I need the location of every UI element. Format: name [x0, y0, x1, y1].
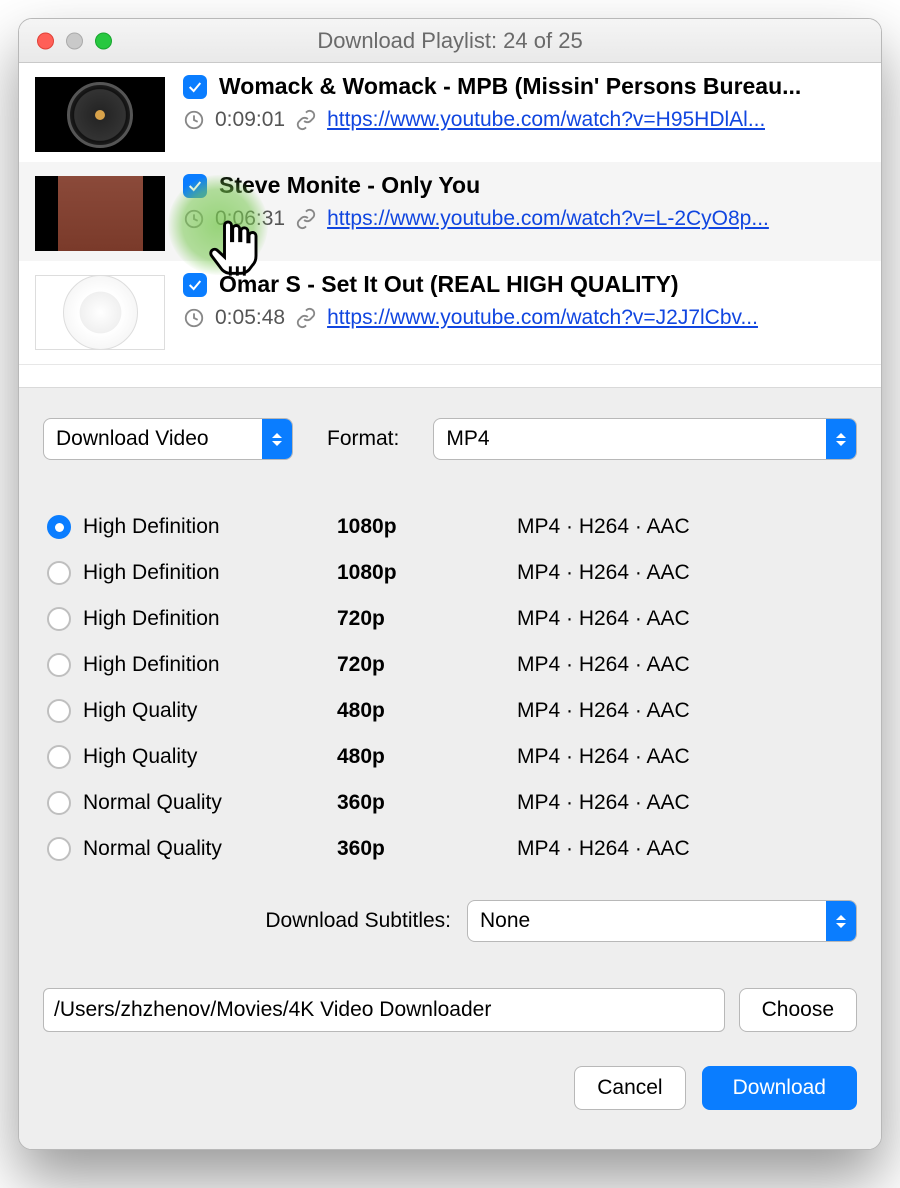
clock-icon	[183, 307, 205, 329]
quality-codec: MP4 · H264 · AAC	[517, 791, 857, 815]
quality-option[interactable]: High Definition 1080pMP4 · H264 · AAC	[47, 504, 857, 550]
close-icon[interactable]	[37, 32, 54, 49]
radio-icon	[47, 515, 71, 539]
choose-path-button[interactable]: Choose	[739, 988, 857, 1032]
quality-resolution: 360p	[337, 837, 517, 861]
chevron-updown-icon	[826, 901, 856, 941]
radio-icon	[47, 561, 71, 585]
quality-resolution: 1080p	[337, 561, 517, 585]
quality-name: High Quality	[83, 699, 197, 723]
video-thumbnail	[35, 77, 165, 152]
quality-codec: MP4 · H264 · AAC	[517, 607, 857, 631]
quality-name: Normal Quality	[83, 837, 222, 861]
quality-codec: MP4 · H264 · AAC	[517, 653, 857, 677]
radio-icon	[47, 653, 71, 677]
video-title: Steve Monite - Only You	[219, 172, 480, 199]
include-checkbox[interactable]	[183, 174, 207, 198]
download-path-field[interactable]: /Users/zhzhenov/Movies/4K Video Download…	[43, 988, 725, 1032]
format-value: MP4	[446, 427, 489, 451]
video-url[interactable]: https://www.youtube.com/watch?v=L-2CyO8p…	[327, 207, 769, 231]
zoom-icon[interactable]	[95, 32, 112, 49]
clock-icon	[183, 109, 205, 131]
video-url[interactable]: https://www.youtube.com/watch?v=J2J7lCbv…	[327, 306, 758, 330]
quality-name: High Definition	[83, 607, 220, 631]
quality-resolution: 360p	[337, 791, 517, 815]
radio-icon	[47, 607, 71, 631]
quality-option[interactable]: High Definition 720pMP4 · H264 · AAC	[47, 596, 857, 642]
quality-name: High Quality	[83, 745, 197, 769]
subtitles-label: Download Subtitles:	[265, 909, 451, 933]
video-duration: 0:09:01	[215, 108, 285, 132]
download-mode-select[interactable]: Download Video	[43, 418, 293, 460]
chevron-updown-icon	[262, 419, 292, 459]
download-path-value: /Users/zhzhenov/Movies/4K Video Download…	[54, 998, 491, 1022]
quality-codec: MP4 · H264 · AAC	[517, 699, 857, 723]
quality-resolution: 1080p	[337, 515, 517, 539]
link-icon	[295, 208, 317, 230]
quality-name: High Definition	[83, 653, 220, 677]
link-icon	[295, 109, 317, 131]
quality-name: High Definition	[83, 561, 220, 585]
quality-resolution: 480p	[337, 699, 517, 723]
quality-option[interactable]: Normal Quality 360pMP4 · H264 · AAC	[47, 826, 857, 872]
playlist-item: Omar S - Set It Out (REAL HIGH QUALITY) …	[19, 261, 881, 360]
window-title: Download Playlist: 24 of 25	[19, 28, 881, 54]
chevron-updown-icon	[826, 419, 856, 459]
format-select[interactable]: MP4	[433, 418, 857, 460]
video-thumbnail	[35, 176, 165, 251]
video-thumbnail	[35, 275, 165, 350]
quality-codec: MP4 · H264 · AAC	[517, 745, 857, 769]
quality-option[interactable]: High Definition 1080pMP4 · H264 · AAC	[47, 550, 857, 596]
format-label: Format:	[327, 427, 399, 451]
cancel-button[interactable]: Cancel	[574, 1066, 685, 1110]
video-title: Omar S - Set It Out (REAL HIGH QUALITY)	[219, 271, 679, 298]
quality-option[interactable]: High Quality 480pMP4 · H264 · AAC	[47, 734, 857, 780]
quality-resolution: 480p	[337, 745, 517, 769]
download-mode-value: Download Video	[56, 427, 209, 451]
include-checkbox[interactable]	[183, 273, 207, 297]
quality-list: High Definition1080pMP4 · H264 · AACHigh…	[47, 504, 857, 872]
subtitles-value: None	[480, 909, 530, 933]
quality-option[interactable]: High Quality 480pMP4 · H264 · AAC	[47, 688, 857, 734]
video-duration: 0:06:31	[215, 207, 285, 231]
quality-codec: MP4 · H264 · AAC	[517, 515, 857, 539]
radio-icon	[47, 791, 71, 815]
minimize-icon[interactable]	[66, 32, 83, 49]
settings-panel: Download Video Format: MP4 High Definiti…	[19, 387, 881, 1149]
quality-name: Normal Quality	[83, 791, 222, 815]
radio-icon	[47, 837, 71, 861]
playlist: Womack & Womack - MPB (Missin' Persons B…	[19, 63, 881, 365]
include-checkbox[interactable]	[183, 75, 207, 99]
quality-codec: MP4 · H264 · AAC	[517, 561, 857, 585]
quality-option[interactable]: Normal Quality 360pMP4 · H264 · AAC	[47, 780, 857, 826]
video-title: Womack & Womack - MPB (Missin' Persons B…	[219, 73, 801, 100]
subtitles-select[interactable]: None	[467, 900, 857, 942]
clock-icon	[183, 208, 205, 230]
playlist-item: Steve Monite - Only You 0:06:31 https://…	[19, 162, 881, 261]
quality-resolution: 720p	[337, 607, 517, 631]
dialog-window: Download Playlist: 24 of 25 Womack & Wom…	[18, 18, 882, 1150]
radio-icon	[47, 699, 71, 723]
download-button[interactable]: Download	[702, 1066, 857, 1110]
link-icon	[295, 307, 317, 329]
window-controls	[37, 32, 112, 49]
video-duration: 0:05:48	[215, 306, 285, 330]
playlist-item: Womack & Womack - MPB (Missin' Persons B…	[19, 63, 881, 162]
quality-option[interactable]: High Definition 720pMP4 · H264 · AAC	[47, 642, 857, 688]
quality-name: High Definition	[83, 515, 220, 539]
quality-resolution: 720p	[337, 653, 517, 677]
video-url[interactable]: https://www.youtube.com/watch?v=H95HDlAl…	[327, 108, 765, 132]
radio-icon	[47, 745, 71, 769]
titlebar: Download Playlist: 24 of 25	[19, 19, 881, 63]
quality-codec: MP4 · H264 · AAC	[517, 837, 857, 861]
